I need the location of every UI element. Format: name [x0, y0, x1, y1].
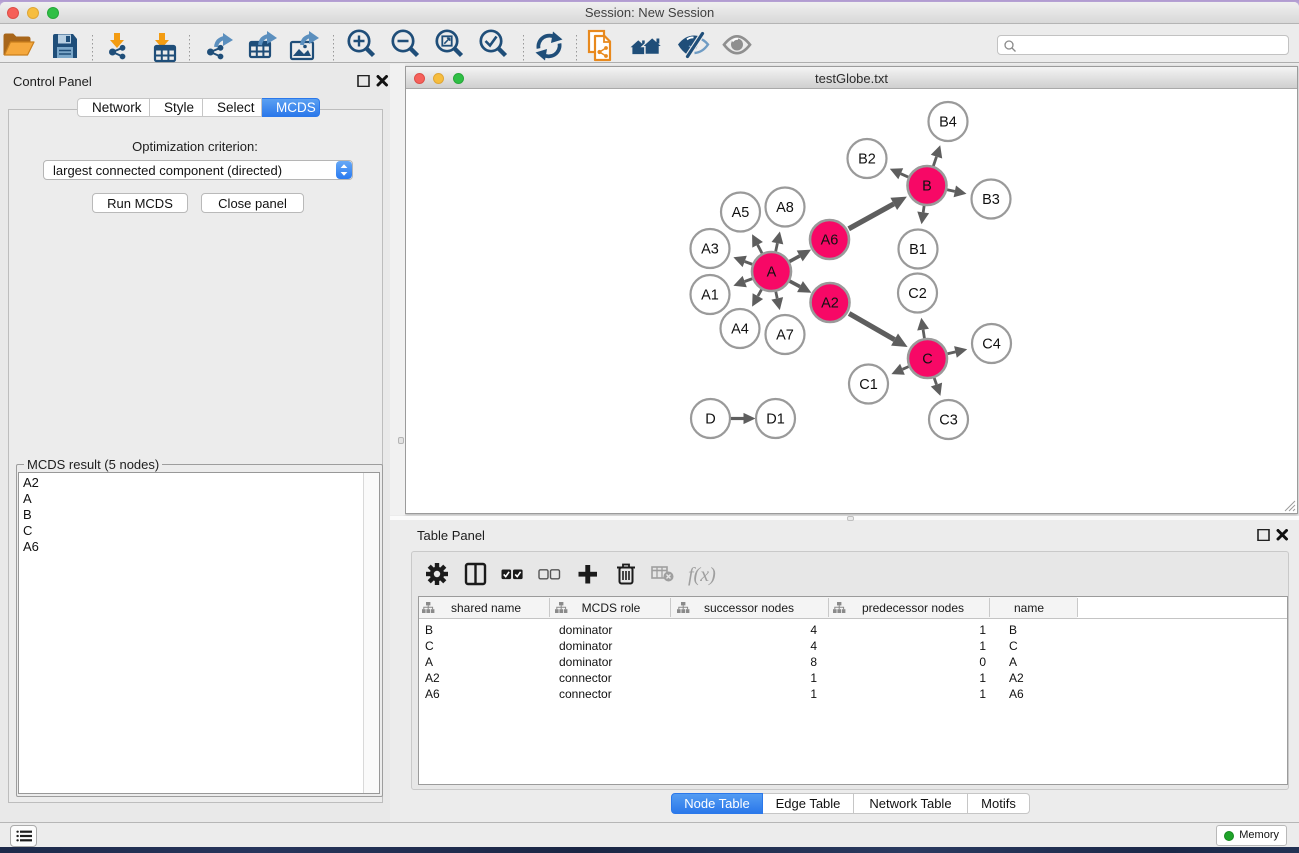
svg-text:C: C	[425, 639, 434, 653]
svg-text:name: name	[1014, 601, 1044, 615]
svg-text:dominator: dominator	[559, 639, 612, 653]
svg-text:B: B	[425, 623, 433, 637]
svg-text:D1: D1	[766, 412, 785, 428]
svg-text:C2: C2	[908, 286, 927, 302]
svg-text:C: C	[1009, 639, 1018, 653]
svg-text:A6: A6	[425, 687, 440, 701]
svg-text:B2: B2	[858, 152, 876, 168]
svg-text:B: B	[922, 179, 932, 195]
svg-text:1: 1	[979, 671, 986, 685]
svg-text:B1: B1	[909, 242, 927, 258]
svg-text:A3: A3	[701, 242, 719, 258]
svg-text:dominator: dominator	[559, 623, 612, 637]
svg-text:C4: C4	[982, 337, 1001, 353]
svg-text:8: 8	[810, 655, 817, 669]
svg-text:C1: C1	[859, 377, 878, 393]
svg-text:A2: A2	[821, 296, 839, 312]
svg-text:A1: A1	[701, 288, 719, 304]
svg-text:successor nodes: successor nodes	[704, 601, 794, 615]
svg-text:MCDS role: MCDS role	[582, 601, 641, 615]
svg-text:A6: A6	[821, 233, 839, 249]
svg-text:A: A	[1009, 655, 1017, 669]
svg-text:A6: A6	[1009, 687, 1024, 701]
svg-text:4: 4	[810, 623, 817, 637]
svg-text:1: 1	[810, 687, 817, 701]
svg-text:A2: A2	[425, 671, 440, 685]
svg-text:1: 1	[810, 671, 817, 685]
svg-text:dominator: dominator	[559, 655, 612, 669]
svg-text:A2: A2	[1009, 671, 1024, 685]
svg-text:predecessor nodes: predecessor nodes	[862, 601, 964, 615]
svg-text:1: 1	[979, 639, 986, 653]
svg-text:C: C	[922, 352, 932, 368]
svg-text:C3: C3	[939, 413, 958, 429]
svg-text:B3: B3	[982, 192, 1000, 208]
svg-text:shared name: shared name	[451, 601, 521, 615]
svg-text:connector: connector	[559, 687, 612, 701]
svg-text:1: 1	[979, 623, 986, 637]
svg-text:A7: A7	[776, 328, 794, 344]
svg-text:A: A	[425, 655, 433, 669]
svg-text:A5: A5	[732, 205, 750, 221]
svg-text:4: 4	[810, 639, 817, 653]
svg-text:A8: A8	[776, 200, 794, 216]
svg-text:B4: B4	[939, 115, 957, 131]
svg-text:A4: A4	[731, 322, 749, 338]
svg-text:1: 1	[979, 687, 986, 701]
svg-text:B: B	[1009, 623, 1017, 637]
svg-text:D: D	[705, 412, 715, 428]
svg-text:A: A	[767, 265, 777, 281]
svg-text:0: 0	[979, 655, 986, 669]
svg-text:f(x): f(x)	[688, 564, 716, 586]
svg-text:connector: connector	[559, 671, 612, 685]
